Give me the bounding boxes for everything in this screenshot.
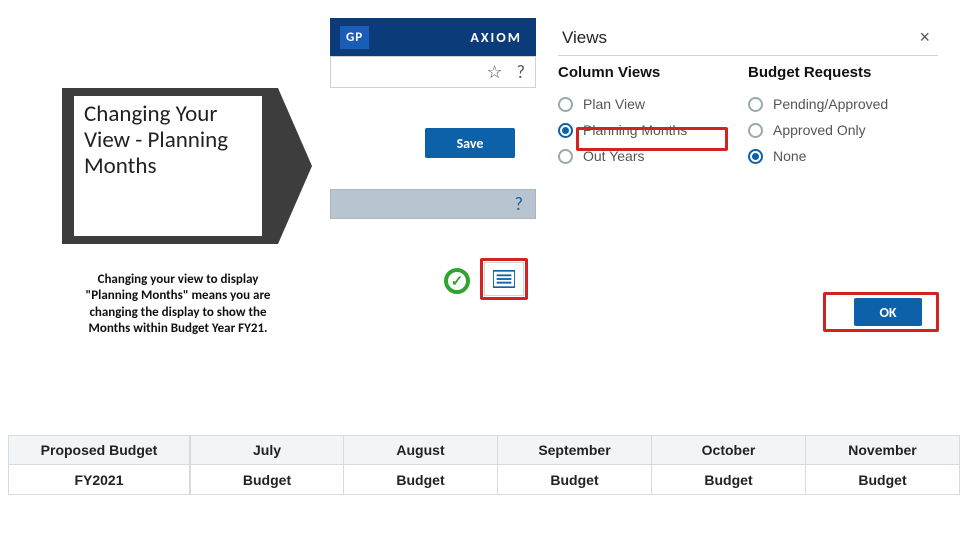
radio-planning-months[interactable]: Planning Months <box>558 117 748 143</box>
radio-label: None <box>773 148 806 164</box>
table-header-cell: October <box>652 436 806 464</box>
check-circle-icon: ✓ <box>444 268 470 294</box>
save-button[interactable]: Save <box>425 128 515 158</box>
table-header-cell: September <box>498 436 652 464</box>
help-icon[interactable]: ? <box>515 193 523 215</box>
callout-box: Changing Your View - Planning Months <box>62 88 278 244</box>
radio-icon <box>558 123 573 138</box>
views-title: Views <box>562 28 607 48</box>
list-icon <box>493 270 515 288</box>
close-icon[interactable]: × <box>919 27 930 48</box>
radio-approved-only[interactable]: Approved Only <box>748 117 938 143</box>
star-icon[interactable]: ☆ <box>487 61 503 83</box>
views-panel-body: Column Views Plan View Planning Months O… <box>558 64 938 169</box>
radio-out-years[interactable]: Out Years <box>558 143 748 169</box>
radio-icon <box>748 97 763 112</box>
budget-requests-group: Budget Requests Pending/Approved Approve… <box>748 64 938 169</box>
radio-icon <box>558 149 573 164</box>
column-views-heading: Column Views <box>558 64 748 81</box>
table-cell: Budget <box>344 465 498 494</box>
secondary-bar: ? <box>330 189 536 219</box>
radio-label: Plan View <box>583 96 645 112</box>
radio-label: Planning Months <box>583 122 687 138</box>
help-icon[interactable]: ? <box>517 61 525 83</box>
table-cell: Budget <box>652 465 806 494</box>
column-views-group: Column Views Plan View Planning Months O… <box>558 64 748 169</box>
table-header-cell: Proposed Budget <box>8 436 190 464</box>
table-cell: FY2021 <box>8 465 190 494</box>
radio-plan-view[interactable]: Plan View <box>558 91 748 117</box>
app-brand: AXIOM <box>470 29 522 46</box>
table-cell: Budget <box>498 465 652 494</box>
app-badge: GP <box>340 26 369 49</box>
table-header-cell: November <box>806 436 960 464</box>
radio-icon <box>748 123 763 138</box>
app-toolbar: ☆ ? <box>330 56 536 88</box>
table-cell: Budget <box>806 465 960 494</box>
list-view-icon[interactable] <box>484 262 524 296</box>
table-cell: Budget <box>190 465 344 494</box>
planning-months-table: Proposed Budget July August September Oc… <box>8 435 960 495</box>
radio-icon <box>558 97 573 112</box>
table-header-cell: July <box>190 436 344 464</box>
ok-button[interactable]: OK <box>854 298 922 326</box>
app-brand-bar: GP AXIOM <box>330 18 536 56</box>
radio-label: Out Years <box>583 148 645 164</box>
radio-label: Pending/Approved <box>773 96 888 112</box>
table-row: FY2021 Budget Budget Budget Budget Budge… <box>8 465 960 495</box>
budget-requests-heading: Budget Requests <box>748 64 938 81</box>
radio-none[interactable]: None <box>748 143 938 169</box>
radio-icon <box>748 149 763 164</box>
callout-title: Changing Your View - Planning Months <box>74 96 262 236</box>
table-header-cell: August <box>344 436 498 464</box>
views-panel-header: Views × <box>558 20 938 56</box>
callout-description: Changing your view to display "Planning … <box>78 272 278 337</box>
radio-label: Approved Only <box>773 122 866 138</box>
table-header-row: Proposed Budget July August September Oc… <box>8 435 960 465</box>
radio-pending-approved[interactable]: Pending/Approved <box>748 91 938 117</box>
